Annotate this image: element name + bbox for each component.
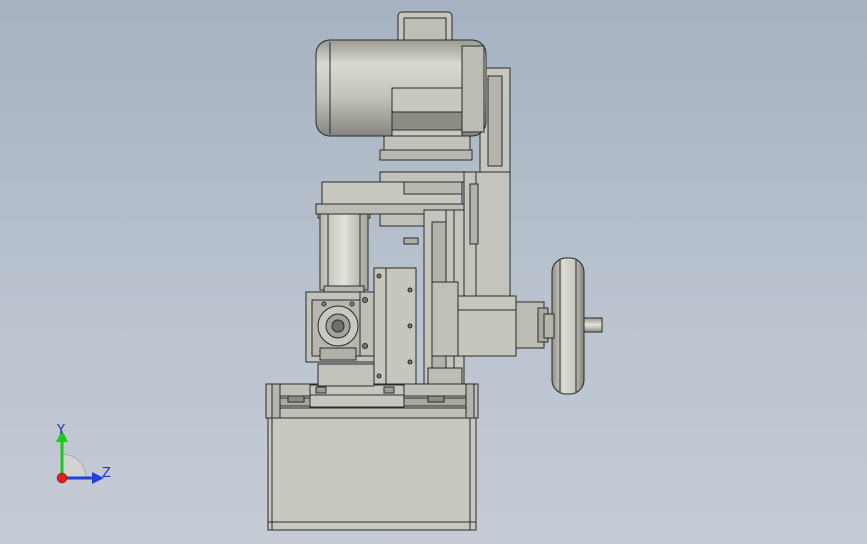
- z-axis-label: Z: [102, 466, 111, 481]
- orientation-triad: Y Z: [40, 420, 120, 495]
- main-motor: [315, 11, 487, 161]
- assembly-model[interactable]: [0, 0, 867, 544]
- triad-axes: [56, 430, 104, 484]
- graphics-viewport[interactable]: Y Z: [0, 0, 867, 544]
- servo-motor: [317, 203, 371, 295]
- y-axis-label: Y: [57, 423, 65, 438]
- grinding-wheel: [543, 257, 603, 395]
